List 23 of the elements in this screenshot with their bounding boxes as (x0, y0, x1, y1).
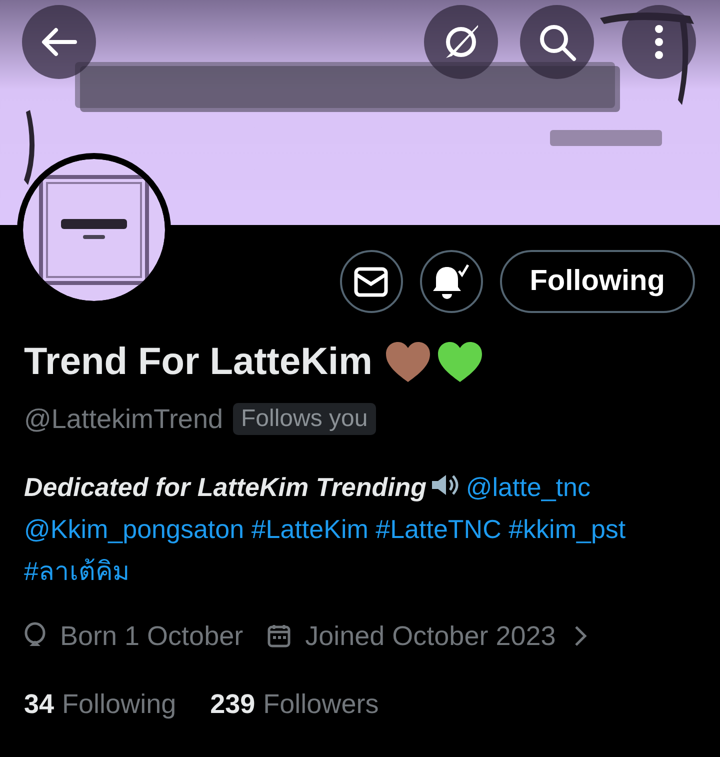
bio-text: Dedicated for LatteKim Trending @latte_tnc @Kkim_pongsaton #LatteKim #LatteTNC #kkim_pst #ลาเต้คิม (24, 470, 627, 588)
calendar-icon (267, 624, 292, 648)
mention-link[interactable]: @latte_tnc (466, 472, 590, 502)
following-button[interactable]: Following (500, 250, 695, 313)
mention-link[interactable]: @Kkim_pongsaton (24, 514, 244, 544)
profile-name: Trend For LatteKim (24, 340, 372, 384)
chevron-right-icon[interactable] (574, 624, 588, 647)
heart-icon (384, 340, 432, 384)
stat-link[interactable]: 239 Followers (210, 684, 379, 724)
notifications-button[interactable] (420, 250, 483, 313)
hashtag-link[interactable]: #ลาเต้คิม (24, 556, 130, 586)
birthday-text: Born 1 October (60, 620, 244, 652)
profile-handle: @LattekimTrend (24, 403, 223, 436)
message-button[interactable] (340, 250, 403, 313)
hashtag-link[interactable]: #LatteKim (251, 514, 368, 544)
stat-link[interactable]: 34 Following (24, 684, 176, 724)
joined-date: Joined October 2023 (305, 620, 556, 652)
follows-you-badge: Follows you (232, 403, 376, 436)
bell-check-icon (431, 262, 472, 300)
hashtag-link[interactable]: #LatteTNC (376, 514, 502, 544)
heart-icon (436, 340, 484, 384)
hashtag-link[interactable]: #kkim_pst (508, 514, 626, 544)
envelope-icon (354, 266, 388, 296)
